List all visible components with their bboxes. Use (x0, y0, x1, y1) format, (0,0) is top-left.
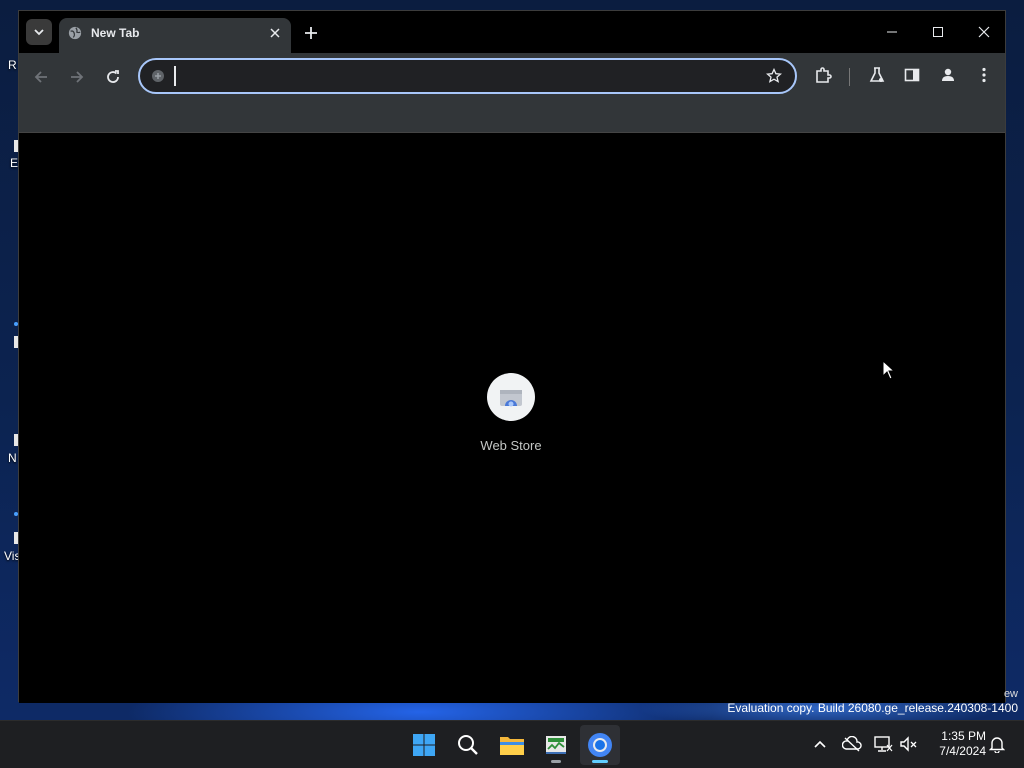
arrow-right-icon (71, 71, 84, 83)
bell-icon (989, 737, 1005, 753)
chevron-up-icon (814, 740, 826, 748)
file-explorer-button[interactable] (492, 725, 532, 765)
maximize-icon (933, 27, 943, 37)
toolbar-separator (849, 68, 850, 86)
chevron-down-icon (34, 29, 44, 36)
forward-button[interactable] (63, 63, 91, 91)
tab-new-tab[interactable]: New Tab (59, 18, 291, 53)
browser-toolbar (19, 53, 1005, 133)
close-icon (978, 26, 990, 38)
onedrive-button[interactable] (841, 733, 863, 755)
network-button[interactable] (872, 733, 894, 755)
desktop-icon-label[interactable]: R (8, 58, 17, 72)
star-icon (766, 68, 782, 83)
browser-window: New Tab Web Store (18, 10, 1006, 703)
new-tab-page: Web Store (19, 133, 1005, 703)
task-manager-icon (546, 736, 566, 754)
minimize-button[interactable] (869, 17, 915, 47)
back-button[interactable] (27, 63, 55, 91)
taskbar-clock[interactable]: 1:35 PM 7/4/2024 (924, 729, 986, 759)
arrow-left-icon (34, 71, 47, 83)
running-indicator (551, 760, 561, 763)
bookmark-button[interactable] (765, 67, 783, 85)
shortcut-web-store[interactable]: Web Store (471, 373, 551, 463)
desktop-icon-label[interactable]: N (8, 451, 17, 465)
search-icon (458, 735, 478, 755)
close-window-button[interactable] (961, 17, 1007, 47)
task-manager-button[interactable] (536, 725, 576, 765)
tab-strip: New Tab (19, 11, 1005, 53)
tab-close-button[interactable] (267, 25, 283, 41)
show-hidden-icons-button[interactable] (809, 733, 831, 755)
kebab-menu-icon (982, 67, 986, 83)
reload-button[interactable] (99, 63, 127, 91)
close-icon (270, 28, 280, 38)
reload-icon (107, 70, 119, 83)
side-panel-button[interactable] (898, 61, 926, 89)
tab-title: New Tab (91, 26, 140, 40)
clock-date: 7/4/2024 (939, 744, 986, 758)
watermark-text: Evaluation copy. Build 26080.ge_release.… (727, 701, 1018, 715)
tab-search-button[interactable] (26, 19, 52, 45)
volume-button[interactable] (898, 733, 920, 755)
side-panel-icon (904, 68, 920, 82)
notifications-button[interactable] (986, 733, 1008, 755)
evaluation-watermark: ew Evaluation copy. Build 26080.ge_relea… (727, 688, 1018, 715)
chrome-taskbar-button[interactable] (580, 725, 620, 765)
new-tab-button[interactable] (299, 21, 323, 45)
maximize-button[interactable] (915, 17, 961, 47)
omnibox[interactable] (138, 58, 797, 94)
network-icon (874, 736, 893, 752)
labs-button[interactable] (863, 61, 891, 89)
mouse-cursor-icon (882, 360, 896, 380)
start-button[interactable] (404, 725, 444, 765)
windows-logo-icon (413, 734, 435, 756)
cloud-offline-icon (842, 736, 862, 752)
clock-time: 1:35 PM (941, 729, 986, 743)
taskbar-search-button[interactable] (448, 725, 488, 765)
chrome-page-icon (152, 70, 164, 82)
speaker-muted-icon (900, 736, 917, 752)
running-indicator (592, 760, 608, 763)
minimize-icon (887, 31, 897, 33)
globe-icon (68, 26, 82, 40)
watermark-fragment: ew (1003, 688, 1018, 700)
person-icon (942, 68, 954, 81)
folder-icon (500, 737, 524, 755)
flask-icon (869, 67, 885, 82)
shortcut-label: Web Store (480, 438, 542, 453)
puzzle-icon (816, 67, 832, 83)
address-input[interactable] (174, 66, 754, 86)
plus-icon (305, 27, 317, 39)
extensions-button[interactable] (809, 61, 837, 89)
web-store-icon (487, 373, 535, 421)
desktop-icon-label[interactable]: E (10, 156, 18, 170)
profile-button[interactable] (934, 61, 962, 89)
taskbar: 1:35 PM 7/4/2024 (0, 720, 1024, 768)
chrome-icon (588, 733, 612, 757)
menu-button[interactable] (970, 61, 998, 89)
